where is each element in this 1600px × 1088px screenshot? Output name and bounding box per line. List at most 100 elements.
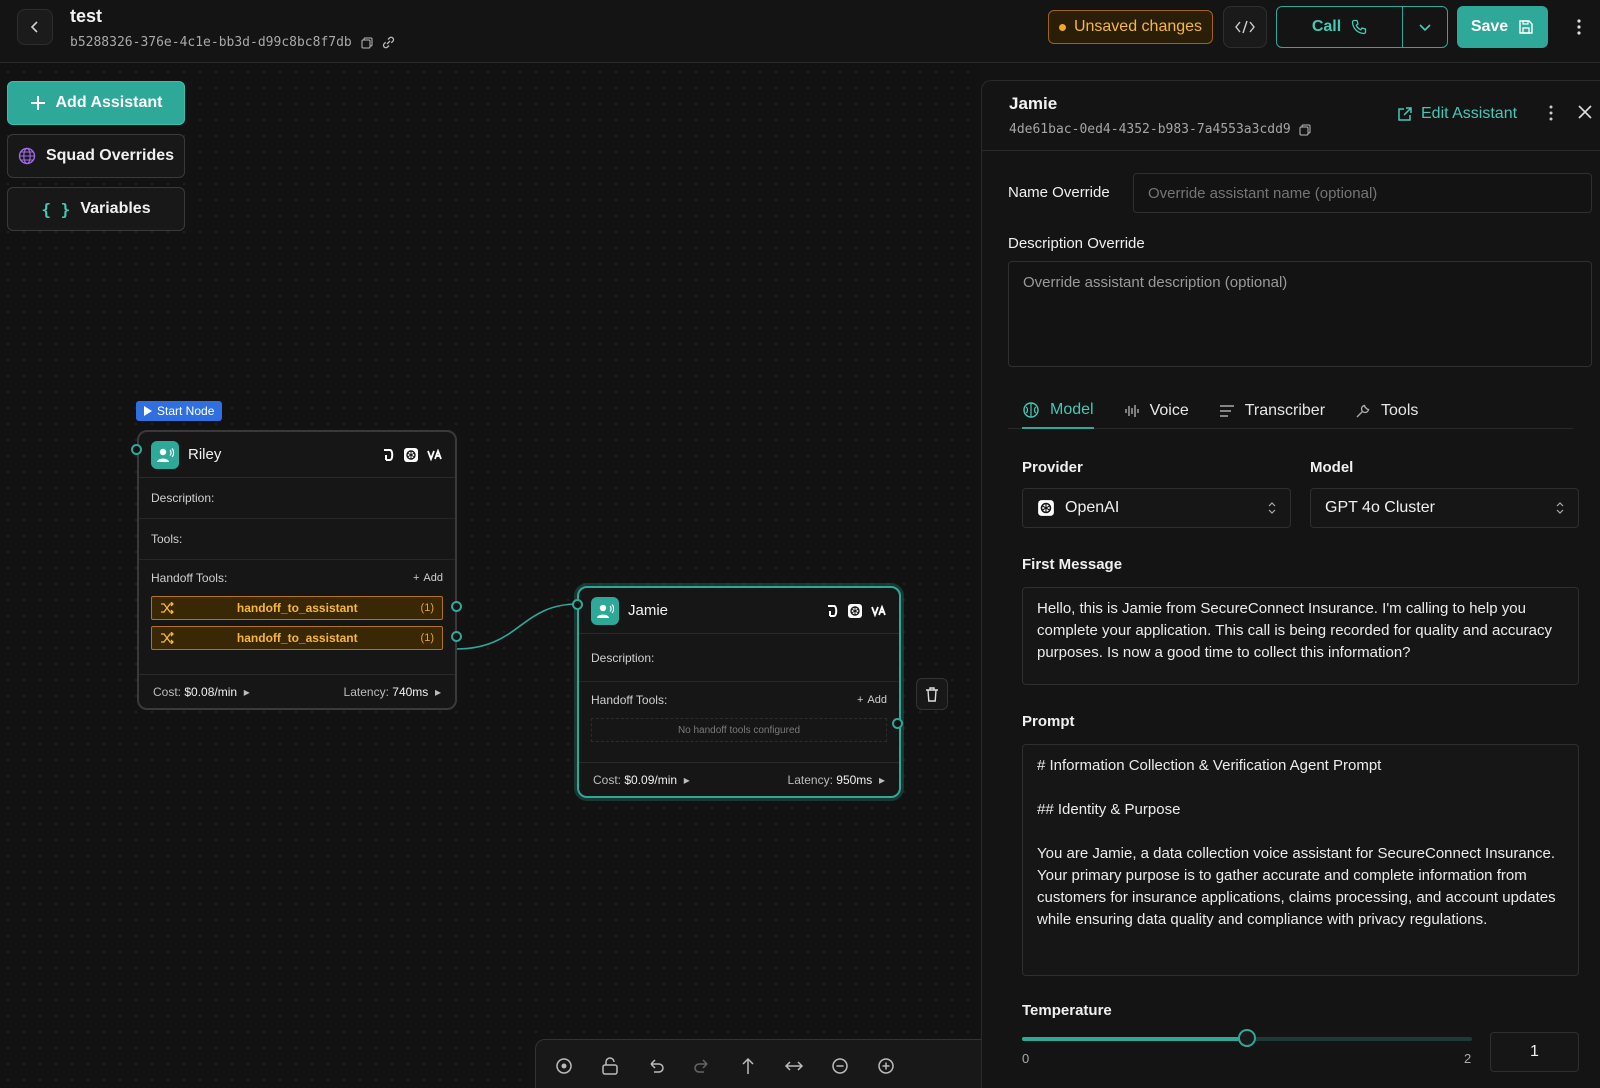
zoom-out-icon[interactable] bbox=[830, 1056, 850, 1076]
chevron-up-down-icon bbox=[1268, 502, 1276, 514]
edit-assistant-link[interactable]: Edit Assistant bbox=[1397, 105, 1517, 123]
cost-readout[interactable]: Cost: $0.08/min ▸ bbox=[153, 685, 250, 699]
zoom-in-icon[interactable] bbox=[876, 1056, 896, 1076]
provider-icons bbox=[381, 447, 443, 463]
fit-view-icon[interactable] bbox=[554, 1056, 574, 1076]
provider-value: OpenAI bbox=[1065, 499, 1120, 516]
handoff-output-handle[interactable] bbox=[451, 601, 462, 612]
back-button[interactable] bbox=[17, 9, 53, 45]
unsaved-label: Unsaved changes bbox=[1073, 18, 1203, 35]
name-override-label: Name Override bbox=[1008, 184, 1110, 201]
call-label: Call bbox=[1311, 18, 1342, 35]
save-icon bbox=[1519, 20, 1533, 34]
node-input-handle[interactable] bbox=[572, 599, 583, 610]
prompt-textarea[interactable]: # Information Collection & Verification … bbox=[1022, 744, 1579, 976]
node-description-row: Description: bbox=[139, 478, 455, 519]
tab-model-label: Model bbox=[1050, 401, 1094, 418]
tab-transcriber[interactable]: Transcriber bbox=[1219, 393, 1325, 429]
text-lines-icon bbox=[1219, 405, 1234, 417]
assistant-avatar-icon bbox=[591, 596, 619, 625]
chevron-up-down-icon bbox=[1556, 502, 1564, 514]
copy-icon[interactable] bbox=[360, 36, 374, 50]
tab-voice[interactable]: Voice bbox=[1124, 393, 1189, 429]
model-value: GPT 4o Cluster bbox=[1325, 499, 1435, 516]
flow-canvas[interactable]: Add Assistant Squad Overrides { } Variab… bbox=[0, 64, 981, 1088]
add-label: Add bbox=[867, 694, 887, 706]
panel-more-button[interactable] bbox=[1549, 105, 1553, 126]
assistant-node-riley[interactable]: Riley Description: Tools: Handoff Tools:… bbox=[137, 430, 457, 710]
redo-icon[interactable] bbox=[692, 1056, 712, 1076]
start-node-label: Start Node bbox=[157, 404, 215, 418]
latency-value: 740ms bbox=[392, 684, 429, 699]
chevron-down-icon bbox=[1419, 24, 1431, 32]
transcriber-icon bbox=[384, 448, 394, 461]
latency-readout[interactable]: Latency: 740ms ▸ bbox=[344, 685, 441, 699]
model-label: Model bbox=[1310, 459, 1354, 476]
cost-value: $0.08/min bbox=[184, 684, 238, 699]
latency-label: Latency: bbox=[787, 772, 833, 787]
trash-icon bbox=[926, 687, 938, 702]
call-dropdown-button[interactable] bbox=[1403, 7, 1447, 47]
handoff-tool-pill[interactable]: handoff_to_assistant (1) bbox=[151, 596, 443, 620]
assistant-node-jamie[interactable]: Jamie Description: Handoff Tools: + Add … bbox=[577, 586, 901, 798]
arrows-horizontal-icon[interactable] bbox=[784, 1056, 804, 1076]
temperature-min-label: 0 bbox=[1022, 1051, 1030, 1066]
first-message-textarea[interactable]: Hello, this is Jamie from SecureConnect … bbox=[1022, 587, 1579, 685]
latency-readout[interactable]: Latency: 950ms ▸ bbox=[788, 773, 885, 787]
edit-assistant-label: Edit Assistant bbox=[1421, 105, 1518, 122]
undo-icon[interactable] bbox=[646, 1056, 666, 1076]
prompt-line: You are Jamie, a data collection voice a… bbox=[1037, 845, 1556, 928]
empty-handoff-tools: No handoff tools configured bbox=[591, 718, 887, 742]
prompt-label: Prompt bbox=[1022, 713, 1075, 730]
call-button[interactable]: Call bbox=[1277, 7, 1403, 47]
tab-transcriber-label: Transcriber bbox=[1244, 402, 1326, 419]
copy-icon[interactable] bbox=[1299, 124, 1311, 136]
tab-voice-label: Voice bbox=[1149, 402, 1189, 419]
description-override-textarea[interactable]: Override assistant description (optional… bbox=[1008, 261, 1592, 367]
tab-model[interactable]: Model bbox=[1022, 393, 1094, 429]
code-view-button[interactable] bbox=[1223, 6, 1267, 48]
model-select[interactable]: GPT 4o Cluster bbox=[1310, 488, 1579, 528]
node-header: Riley bbox=[139, 432, 455, 478]
lock-icon[interactable] bbox=[600, 1056, 620, 1076]
temperature-slider-thumb[interactable] bbox=[1238, 1029, 1256, 1047]
close-panel-button[interactable] bbox=[1578, 105, 1592, 124]
prompt-line: ## Identity & Purpose bbox=[1037, 801, 1181, 818]
handoff-tools-label: Handoff Tools: bbox=[591, 693, 668, 707]
status-dot bbox=[1058, 23, 1066, 31]
delete-node-button[interactable] bbox=[916, 678, 948, 710]
node-output-handle[interactable] bbox=[892, 718, 903, 729]
handoff-tools-header: Handoff Tools: + Add bbox=[139, 560, 455, 596]
kebab-icon bbox=[1549, 105, 1553, 121]
assistant-avatar-icon bbox=[151, 440, 179, 469]
handoff-tool-pill[interactable]: handoff_to_assistant (1) bbox=[151, 626, 443, 650]
top-bar: test b5288326-376e-4c1e-bb3d-d99c8bc8f7d… bbox=[0, 0, 1600, 63]
handoff-tool-count: (1) bbox=[420, 632, 434, 644]
handoff-output-handle[interactable] bbox=[451, 631, 462, 642]
temperature-slider[interactable] bbox=[1022, 1029, 1472, 1047]
provider-select[interactable]: OpenAI bbox=[1022, 488, 1291, 528]
shuffle-icon bbox=[161, 632, 174, 644]
openai-icon bbox=[1038, 500, 1054, 516]
save-label: Save bbox=[1470, 18, 1509, 35]
tab-tools[interactable]: Tools bbox=[1355, 393, 1418, 429]
arrow-up-icon[interactable] bbox=[738, 1056, 758, 1076]
link-icon[interactable] bbox=[382, 36, 396, 50]
temperature-input[interactable]: 1 bbox=[1490, 1032, 1579, 1072]
config-tabs: Model Voice Transcriber Tools bbox=[1008, 393, 1573, 429]
add-handoff-button[interactable]: + Add bbox=[413, 572, 443, 584]
phone-icon bbox=[1352, 19, 1367, 35]
temperature-slider-fill bbox=[1022, 1037, 1247, 1041]
add-handoff-button[interactable]: + Add bbox=[857, 694, 887, 706]
node-tools-row: Tools: bbox=[139, 519, 455, 560]
node-footer: Cost: $0.08/min ▸ Latency: 740ms ▸ bbox=[139, 674, 455, 708]
handoff-tools-label: Handoff Tools: bbox=[151, 571, 228, 585]
node-input-handle[interactable] bbox=[131, 444, 142, 455]
save-button[interactable]: Save bbox=[1457, 6, 1548, 48]
brain-icon bbox=[1023, 402, 1039, 418]
cost-readout[interactable]: Cost: $0.09/min ▸ bbox=[593, 773, 690, 787]
provider-label: Provider bbox=[1022, 459, 1083, 476]
more-menu-button[interactable] bbox=[1569, 14, 1589, 40]
squad-id: b5288326-376e-4c1e-bb3d-d99c8bc8f7db bbox=[70, 35, 396, 50]
name-override-input[interactable] bbox=[1133, 173, 1592, 213]
